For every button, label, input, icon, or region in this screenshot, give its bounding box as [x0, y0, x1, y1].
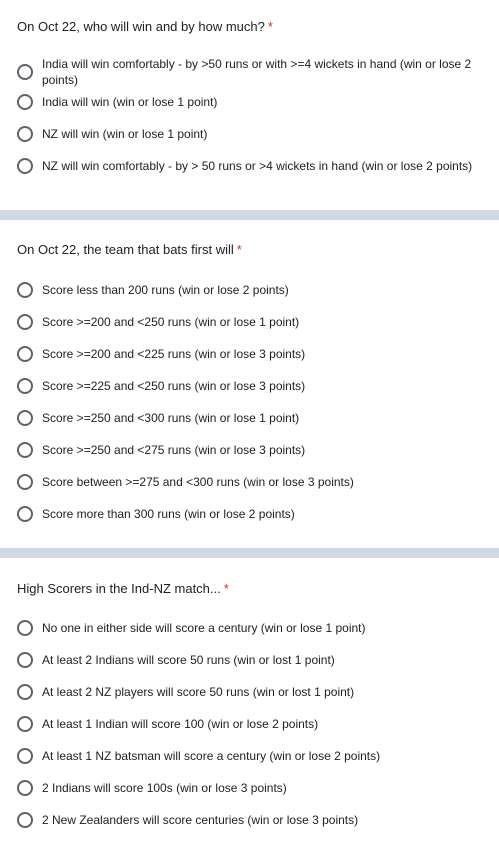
option-label: Score >=200 and <225 runs (win or lose 3…: [42, 347, 306, 361]
radio-option[interactable]: NZ will win (win or lose 1 point): [0, 126, 499, 158]
question-title: On Oct 22, the team that bats first will…: [0, 241, 499, 259]
radio-option[interactable]: India will win (win or lose 1 point): [0, 94, 499, 126]
question-card-3: High Scorers in the Ind-NZ match... * No …: [0, 558, 499, 848]
radio-button[interactable]: [17, 126, 33, 142]
radio-button[interactable]: [17, 314, 33, 330]
radio-option[interactable]: At least 1 NZ batsman will score a centu…: [0, 748, 499, 780]
radio-button[interactable]: [17, 410, 33, 426]
option-label: Score more than 300 runs (win or lose 2 …: [42, 507, 295, 521]
radio-button[interactable]: [17, 716, 33, 732]
required-asterisk: *: [267, 19, 273, 34]
option-label: At least 2 Indians will score 50 runs (w…: [42, 653, 335, 667]
radio-option[interactable]: Score >=200 and <225 runs (win or lose 3…: [0, 346, 499, 378]
option-label: Score >=250 and <300 runs (win or lose 1…: [42, 411, 300, 425]
option-label: At least 1 NZ batsman will score a centu…: [42, 749, 381, 763]
question-title: On Oct 22, who will win and by how much?…: [0, 18, 499, 36]
radio-option[interactable]: Score >=200 and <250 runs (win or lose 1…: [0, 314, 499, 346]
option-label: Score between >=275 and <300 runs (win o…: [42, 475, 354, 489]
radio-button[interactable]: [17, 64, 33, 80]
radio-option[interactable]: Score between >=275 and <300 runs (win o…: [0, 474, 499, 506]
radio-button[interactable]: [17, 620, 33, 636]
option-label: NZ will win (win or lose 1 point): [42, 127, 208, 141]
radio-option[interactable]: At least 2 Indians will score 50 runs (w…: [0, 652, 499, 684]
question-card-2: On Oct 22, the team that bats first will…: [0, 220, 499, 548]
radio-option[interactable]: 2 New Zealanders will score centuries (w…: [0, 812, 499, 844]
radio-option[interactable]: At least 2 NZ players will score 50 runs…: [0, 684, 499, 716]
radio-button[interactable]: [17, 282, 33, 298]
radio-button[interactable]: [17, 748, 33, 764]
radio-button[interactable]: [17, 442, 33, 458]
option-label: 2 New Zealanders will score centuries (w…: [42, 813, 359, 827]
radio-option[interactable]: Score >=250 and <275 runs (win or lose 3…: [0, 442, 499, 474]
option-label: India will win (win or lose 1 point): [42, 95, 218, 109]
option-label: Score >=250 and <275 runs (win or lose 3…: [42, 443, 306, 457]
radio-button[interactable]: [17, 346, 33, 362]
radio-button[interactable]: [17, 158, 33, 174]
radio-option[interactable]: Score less than 200 runs (win or lose 2 …: [0, 282, 499, 314]
question-card-1: On Oct 22, who will win and by how much?…: [0, 0, 499, 210]
option-label: India will win comfortably - by >50 runs…: [42, 57, 472, 87]
required-asterisk: *: [236, 242, 242, 257]
section-divider: [0, 210, 499, 220]
radio-button[interactable]: [17, 506, 33, 522]
section-divider: [0, 548, 499, 558]
radio-option[interactable]: Score >=250 and <300 runs (win or lose 1…: [0, 410, 499, 442]
radio-option[interactable]: Score more than 300 runs (win or lose 2 …: [0, 506, 499, 538]
option-label: No one in either side will score a centu…: [42, 621, 366, 635]
option-label: At least 2 NZ players will score 50 runs…: [42, 685, 355, 699]
radio-option[interactable]: NZ will win comfortably - by > 50 runs o…: [0, 158, 499, 190]
radio-button[interactable]: [17, 812, 33, 828]
option-label: Score >=200 and <250 runs (win or lose 1…: [42, 315, 300, 329]
radio-button[interactable]: [17, 780, 33, 796]
radio-button[interactable]: [17, 652, 33, 668]
option-label: Score less than 200 runs (win or lose 2 …: [42, 283, 289, 297]
option-label: At least 1 Indian will score 100 (win or…: [42, 717, 319, 731]
radio-button[interactable]: [17, 684, 33, 700]
radio-button[interactable]: [17, 378, 33, 394]
question-title: High Scorers in the Ind-NZ match... *: [0, 580, 499, 598]
option-label: 2 Indians will score 100s (win or lose 3…: [42, 781, 287, 795]
radio-button[interactable]: [17, 94, 33, 110]
option-label: Score >=225 and <250 runs (win or lose 3…: [42, 379, 306, 393]
radio-option[interactable]: At least 1 Indian will score 100 (win or…: [0, 716, 499, 748]
question-title-text: On Oct 22, the team that bats first will: [17, 242, 234, 257]
radio-option[interactable]: No one in either side will score a centu…: [0, 620, 499, 652]
question-title-text: On Oct 22, who will win and by how much?: [17, 19, 265, 34]
radio-option[interactable]: Score >=225 and <250 runs (win or lose 3…: [0, 378, 499, 410]
option-label: NZ will win comfortably - by > 50 runs o…: [42, 159, 473, 173]
required-asterisk: *: [223, 581, 229, 596]
question-title-text: High Scorers in the Ind-NZ match...: [17, 581, 221, 596]
radio-option[interactable]: 2 Indians will score 100s (win or lose 3…: [0, 780, 499, 812]
radio-button[interactable]: [17, 474, 33, 490]
radio-option[interactable]: India will win comfortably - by >50 runs…: [0, 56, 499, 94]
